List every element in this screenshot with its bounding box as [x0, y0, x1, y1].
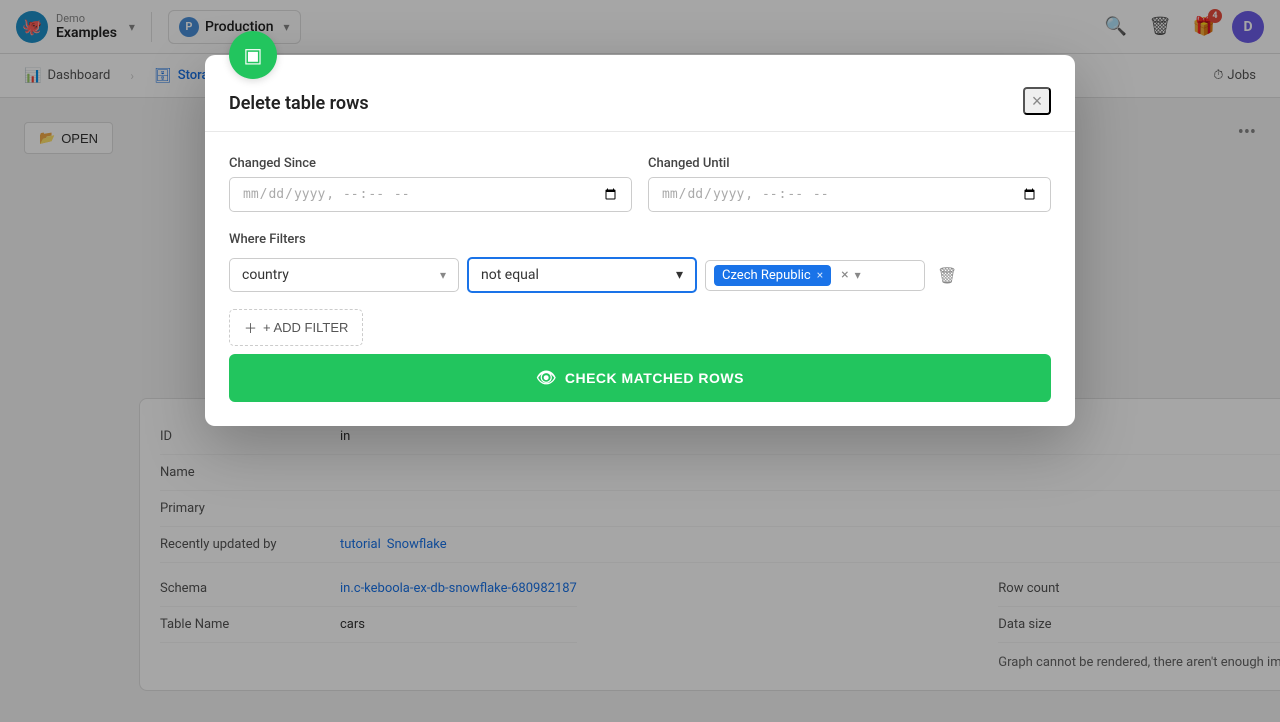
changed-until-label: Changed Until	[648, 156, 1051, 171]
filter-field-chevron-icon: ▾	[440, 268, 446, 282]
add-filter-label: + ADD FILTER	[263, 320, 348, 335]
add-filter-button[interactable]: ＋ + ADD FILTER	[229, 309, 363, 346]
modal-icon: ▣	[229, 31, 277, 79]
modal-header: Delete table rows ×	[205, 55, 1075, 132]
changed-until-input[interactable]	[648, 177, 1051, 212]
where-filters-label: Where Filters	[229, 232, 1051, 247]
eye-icon: 👁	[536, 368, 557, 388]
delete-rows-modal: ▣ Delete table rows × Changed Since Chan…	[205, 55, 1075, 426]
filter-operator-value: not equal	[481, 267, 539, 283]
changed-since-input[interactable]	[229, 177, 632, 212]
filter-tag-remove-button[interactable]: ×	[817, 268, 823, 282]
date-filter-row: Changed Since Changed Until	[229, 156, 1051, 212]
filter-operator-selector[interactable]: not equal ▾	[467, 257, 697, 293]
changed-since-group: Changed Since	[229, 156, 632, 212]
filter-value-chevron-icon[interactable]: ▾	[855, 268, 861, 282]
filter-field-selector[interactable]: country ▾	[229, 258, 459, 292]
modal-close-button[interactable]: ×	[1023, 87, 1051, 115]
filter-value-field[interactable]: Czech Republic × × ▾	[705, 260, 925, 291]
delete-filter-icon[interactable]: 🗑	[937, 266, 957, 285]
check-button-label: CHECK MATCHED ROWS	[565, 370, 744, 386]
add-filter-plus-icon: ＋	[244, 318, 257, 337]
filter-value-clear-icon[interactable]: ×	[841, 267, 848, 283]
filter-tag-text: Czech Republic	[722, 268, 811, 283]
changed-since-label: Changed Since	[229, 156, 632, 171]
modal-body: Changed Since Changed Until Where Filter…	[205, 132, 1075, 426]
filter-row: country ▾ not equal ▾ Czech Republic × ×…	[229, 257, 1051, 293]
modal-title: Delete table rows	[229, 93, 369, 114]
modal-icon-symbol: ▣	[244, 43, 263, 67]
filter-field-value: country	[242, 267, 289, 283]
filter-operator-chevron-icon: ▾	[676, 267, 683, 283]
check-matched-rows-button[interactable]: 👁 CHECK MATCHED ROWS	[229, 354, 1051, 402]
filter-value-tag: Czech Republic ×	[714, 265, 831, 286]
changed-until-group: Changed Until	[648, 156, 1051, 212]
modal-overlay: ▣ Delete table rows × Changed Since Chan…	[0, 0, 1280, 722]
